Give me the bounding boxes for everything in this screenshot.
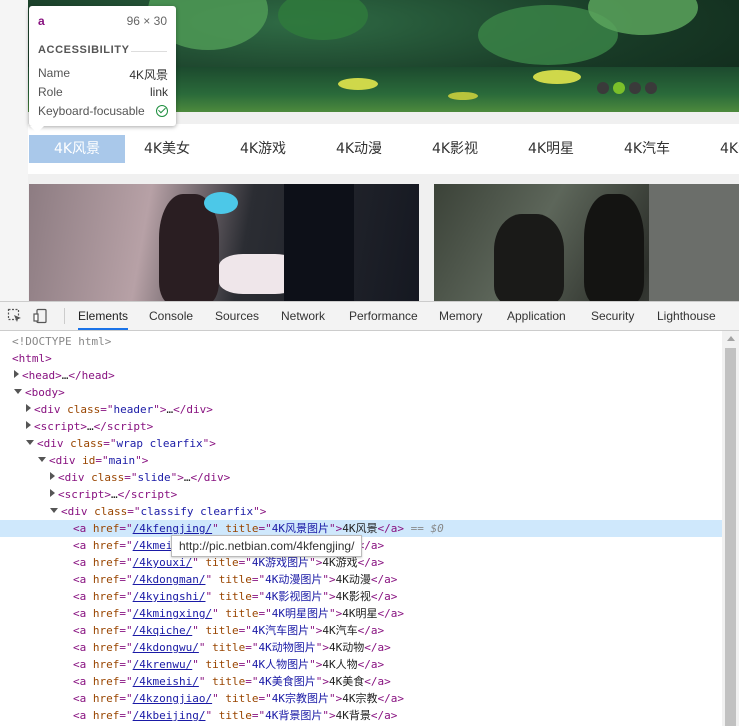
collapse-arrow-icon[interactable] <box>26 440 34 445</box>
tooltip-key: Role <box>38 85 63 99</box>
tab-elements[interactable]: Elements <box>78 302 129 330</box>
slider-dot-active[interactable] <box>613 82 625 94</box>
nav-item-4kqiche[interactable]: 4K汽车 <box>599 135 695 163</box>
devtools-toolbar: Elements Console Sources Network Perform… <box>0 302 739 331</box>
slider-dot[interactable] <box>645 82 657 94</box>
tooltip-row-name: Name 4K风景 <box>38 66 168 82</box>
dom-tree-scrollbar[interactable] <box>722 331 739 726</box>
dom-node-anchor[interactable]: <a href="/4krenwu/" title="4K人物图片">4K人物<… <box>0 656 722 673</box>
dom-node-div-header[interactable]: <div class="header">…</div> <box>0 401 722 418</box>
tooltip-dimensions: 96 × 30 <box>126 14 167 28</box>
check-circle-icon <box>155 104 168 119</box>
dom-tree: <!DOCTYPE html> <html> <head>…</head> <b… <box>0 331 722 726</box>
tooltip-key: Name <box>38 66 71 80</box>
dom-node-div-classify[interactable]: <div class="classify clearfix"> <box>0 503 722 520</box>
collapse-arrow-icon[interactable] <box>50 508 58 513</box>
nav-item-4kyouxi[interactable]: 4K游戏 <box>215 135 311 163</box>
tab-console[interactable]: Console <box>149 302 193 330</box>
tab-lighthouse[interactable]: Lighthouse <box>657 302 716 330</box>
banner-lily <box>338 78 378 90</box>
devtools-panel: Elements Console Sources Network Perform… <box>0 301 739 726</box>
tooltip-section-title: ACCESSIBILITY <box>38 44 130 56</box>
banner-lily <box>448 92 478 100</box>
tooltip-value: link <box>149 85 168 99</box>
dom-node-doctype[interactable]: <!DOCTYPE html> <box>0 333 722 350</box>
dom-node-body[interactable]: <body> <box>0 384 722 401</box>
dom-node-div-main[interactable]: <div id="main"> <box>0 452 722 469</box>
tab-network[interactable]: Network <box>281 302 325 330</box>
thumb-figure <box>584 194 644 301</box>
dom-node-anchor[interactable]: <a href="/4kzongjiao/" title="4K宗教图片">4K… <box>0 690 722 707</box>
tooltip-divider <box>131 51 167 52</box>
inspect-element-icon[interactable] <box>7 308 23 324</box>
slider-dots <box>597 82 657 94</box>
nav-item-4kmeinv[interactable]: 4K美女 <box>119 135 215 163</box>
collapse-arrow-icon[interactable] <box>14 389 22 394</box>
page-gutter <box>0 0 28 301</box>
selected-node-marker: == $0 <box>410 522 444 535</box>
dom-node-anchor[interactable]: <a href="/4kbeijing/" title="4K背景图片">4K背… <box>0 707 722 724</box>
dom-node-anchor[interactable]: <a href="/4kyingshi/" title="4K影视图片">4K影… <box>0 588 722 605</box>
tooltip-key: Keyboard-focusable <box>38 104 145 118</box>
inspect-tooltip: a 96 × 30 ACCESSIBILITY Name 4K风景 Role l… <box>29 6 176 126</box>
thumb-machine <box>284 184 354 301</box>
tooltip-row-role: Role link <box>38 85 168 101</box>
thumb-building <box>649 184 739 301</box>
nav-item-4kfengjing[interactable]: 4K风景 <box>29 135 125 163</box>
expand-arrow-icon[interactable] <box>26 404 31 412</box>
scrollbar-thumb[interactable] <box>725 348 736 726</box>
dom-node-div-wrap[interactable]: <div class="wrap clearfix"> <box>0 435 722 452</box>
tooltip-tag: a <box>38 14 45 28</box>
thumbnail-image[interactable] <box>434 184 739 301</box>
banner-lily <box>533 70 581 84</box>
dom-node-html[interactable]: <html> <box>0 350 722 367</box>
tab-security[interactable]: Security <box>591 302 634 330</box>
slider-dot[interactable] <box>629 82 641 94</box>
tooltip-row-focusable: Keyboard-focusable <box>38 104 168 120</box>
dom-node-anchor[interactable]: <a href="/4kdongman/" title="4K动漫图片">4K动… <box>0 571 722 588</box>
thumbnail-image[interactable] <box>29 184 419 301</box>
category-nav: 4K风景 4K美女 4K游戏 4K动漫 4K影视 4K明星 4K汽车 4K动 <box>28 124 739 174</box>
device-toolbar-icon[interactable] <box>33 308 49 324</box>
expand-arrow-icon[interactable] <box>50 472 55 480</box>
nav-item-4kyingshi[interactable]: 4K影视 <box>407 135 503 163</box>
tab-sources[interactable]: Sources <box>215 302 259 330</box>
expand-arrow-icon[interactable] <box>50 489 55 497</box>
expand-arrow-icon[interactable] <box>26 421 31 429</box>
nav-item-4kdongman[interactable]: 4K动漫 <box>311 135 407 163</box>
dom-node-head[interactable]: <head>…</head> <box>0 367 722 384</box>
tab-performance[interactable]: Performance <box>349 302 418 330</box>
thumb-bow <box>204 192 238 214</box>
dom-node-div-slide[interactable]: <div class="slide">…</div> <box>0 469 722 486</box>
toolbar-separator <box>64 308 65 324</box>
tab-application[interactable]: Application <box>507 302 566 330</box>
collapse-arrow-icon[interactable] <box>38 457 46 462</box>
banner-leaf <box>278 0 368 40</box>
link-url-tooltip: http://pic.netbian.com/4kfengjing/ <box>171 535 363 557</box>
tooltip-arrow <box>30 126 44 133</box>
dom-node-anchor[interactable]: <a href="/4kmeishi/" title="4K美食图片">4K美食… <box>0 673 722 690</box>
nav-item-4kmingxing[interactable]: 4K明星 <box>503 135 599 163</box>
nav-item-4kdongwu[interactable]: 4K动 <box>695 135 739 163</box>
slider-dot[interactable] <box>597 82 609 94</box>
dom-node-script[interactable]: <script>…</script> <box>0 418 722 435</box>
scroll-up-arrow-icon[interactable] <box>727 336 735 341</box>
dom-node-anchor[interactable]: <a href="/4kmingxing/" title="4K明星图片">4K… <box>0 605 722 622</box>
thumb-figure <box>494 214 564 301</box>
dom-node-anchor[interactable]: <a href="/4kqiche/" title="4K汽车图片">4K汽车<… <box>0 622 722 639</box>
tooltip-value: 4K风景 <box>129 68 168 82</box>
expand-arrow-icon[interactable] <box>14 370 19 378</box>
dom-node-anchor[interactable]: <a href="/4kdongwu/" title="4K动物图片">4K动物… <box>0 639 722 656</box>
tab-memory[interactable]: Memory <box>439 302 482 330</box>
dom-node-script[interactable]: <script>…</script> <box>0 486 722 503</box>
